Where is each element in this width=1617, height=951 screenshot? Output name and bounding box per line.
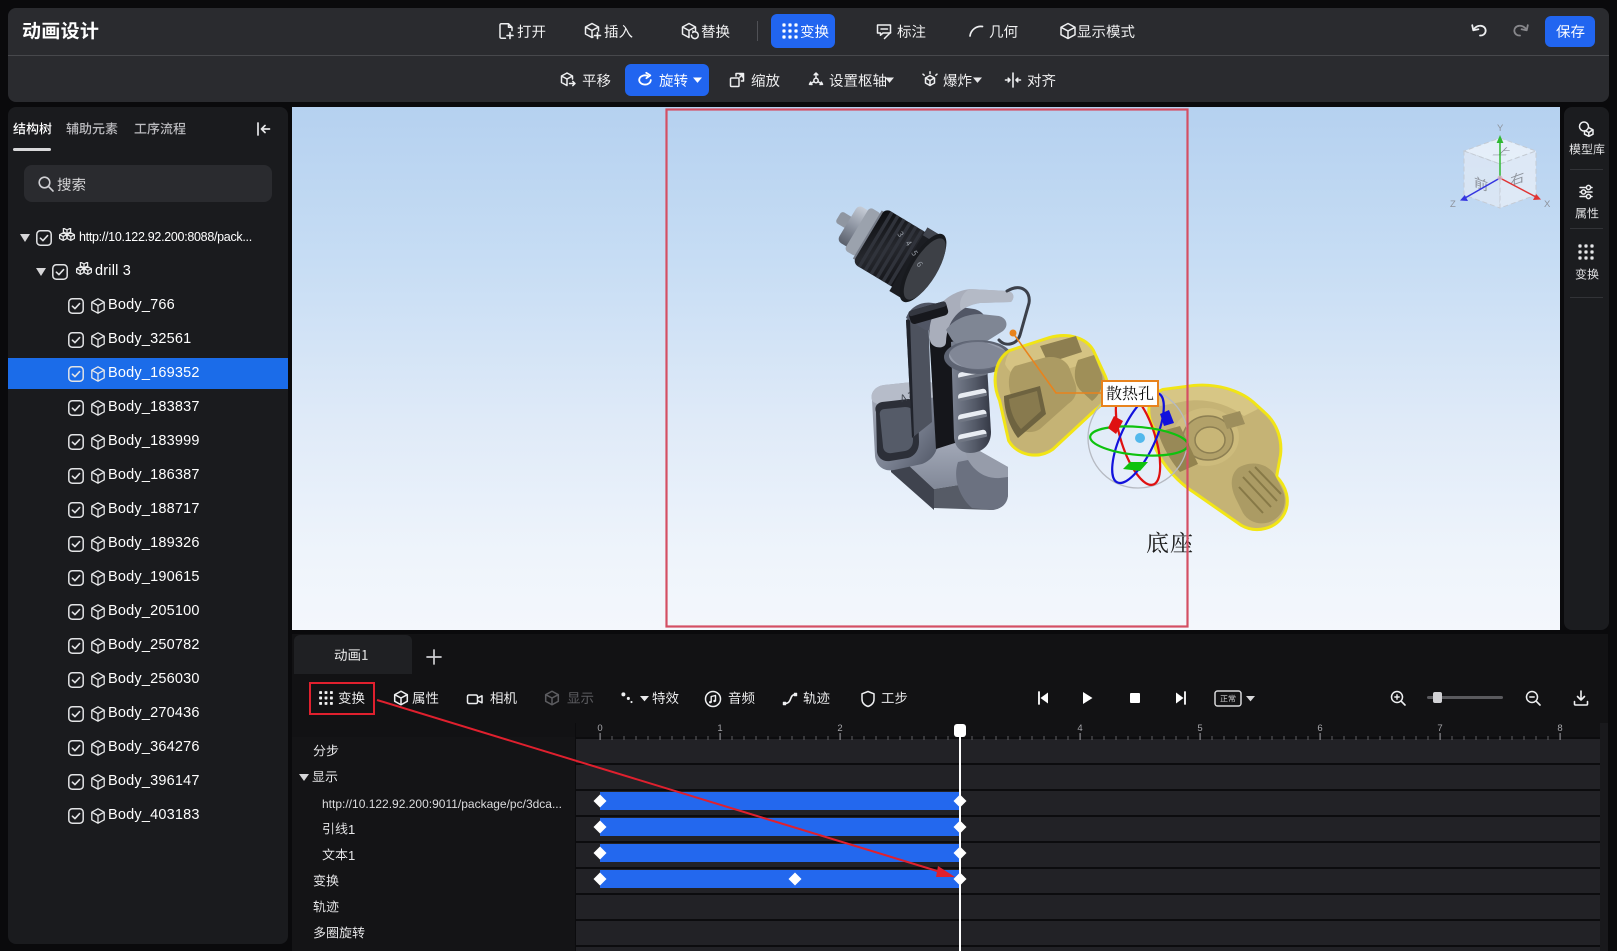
svg-text:Y: Y: [1497, 123, 1504, 134]
svg-text:X: X: [1544, 199, 1551, 210]
svg-text:Z: Z: [1450, 199, 1456, 210]
